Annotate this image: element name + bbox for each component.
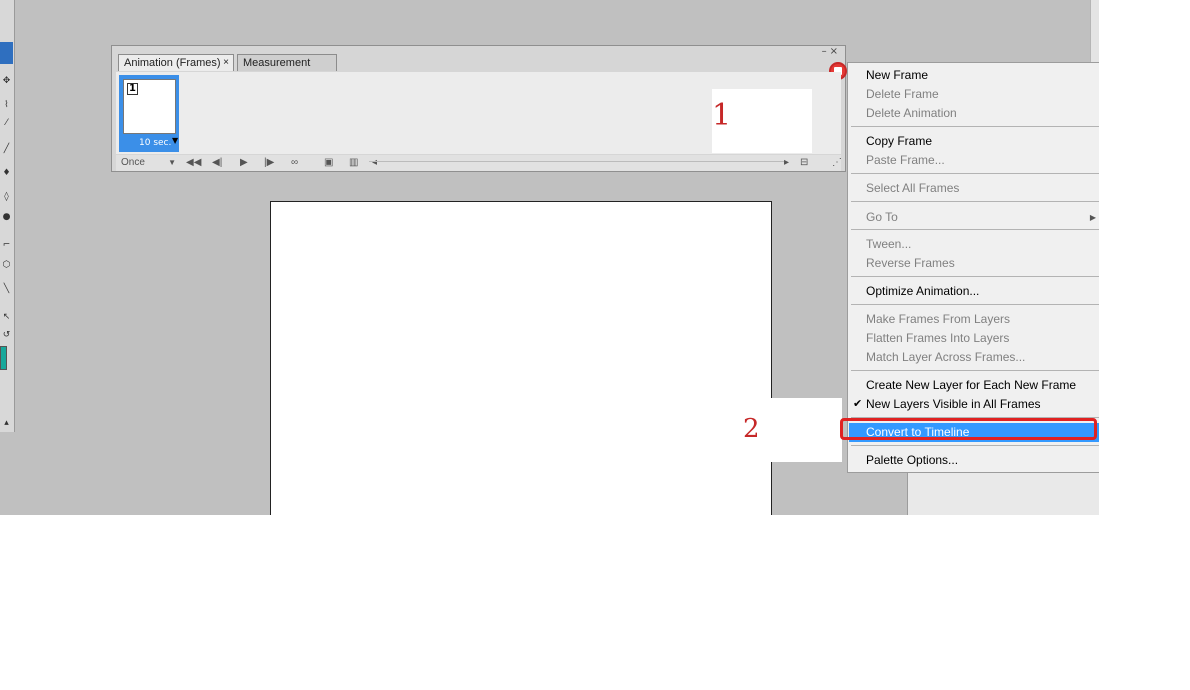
chevron-down-icon: ▼ (168, 158, 176, 167)
scroll-left-icon[interactable]: ◂ (372, 156, 377, 170)
menu-item-make-frames-from-layers[interactable]: Make Frames From Layers (849, 310, 1099, 329)
frame-thumbnail-selected[interactable]: 1 10 sec. ▼ (119, 75, 179, 152)
animation-panel: –× Animation (Frames) × Measurement Log … (111, 45, 847, 172)
tools-panel: ✥ ⌇ ⁄ ╱ ♦ ◊ ● ⌐ ⬡ ╲ ↖ ↺ ▴ (0, 0, 15, 432)
menu-item-label: Match Layer Across Frames... (866, 350, 1026, 364)
right-docked-panel (907, 470, 1099, 515)
brush-tool-icon[interactable]: ╱ (0, 142, 13, 156)
menu-separator (851, 417, 1099, 418)
menu-item-label: Select All Frames (866, 181, 960, 195)
frame-number: 1 (127, 83, 138, 95)
submenu-arrow-icon: ▶ (1089, 213, 1096, 222)
menu-item-label: Delete Frame (866, 87, 939, 101)
menu-item-flatten-frames-into-layers[interactable]: Flatten Frames Into Layers (849, 329, 1099, 348)
close-icon[interactable]: × (223, 55, 229, 71)
animation-panel-menu: New Frame Delete Frame Delete Animation … (847, 62, 1099, 473)
shape-tool-icon[interactable]: ⬡ (0, 258, 13, 272)
eyedropper-tool-icon[interactable]: ╲ (0, 282, 13, 296)
menu-item-new-layers-visible-all-frames[interactable]: ✔ New Layers Visible in All Frames (849, 395, 1099, 414)
tab-animation-frames[interactable]: Animation (Frames) × (118, 54, 234, 71)
clone-stamp-tool-icon[interactable]: ♦ (0, 166, 13, 180)
document-canvas[interactable] (270, 201, 772, 515)
menu-separator (851, 229, 1099, 230)
menu-item-match-layer-across-frames[interactable]: Match Layer Across Frames... (849, 348, 1099, 367)
tools-panel-header[interactable] (0, 42, 13, 64)
resize-grip-icon[interactable]: ⋰ (832, 156, 842, 170)
annotation-step-2: 2 (740, 398, 842, 462)
menu-item-go-to[interactable]: Go To ▶ (849, 208, 1099, 227)
pen-tool-icon[interactable]: ⌐ (0, 238, 13, 252)
dodge-tool-icon[interactable]: ● (0, 210, 13, 224)
menu-separator (851, 370, 1099, 371)
magic-wand-tool-icon[interactable]: ⁄ (0, 116, 13, 130)
checkmark-icon: ✔ (853, 398, 863, 410)
previous-frame-icon[interactable]: ◀| (212, 156, 222, 170)
play-icon[interactable]: ▶ (240, 156, 248, 170)
menu-item-new-frame[interactable]: New Frame (849, 66, 1099, 85)
move-tool-icon[interactable]: ✥ (0, 74, 13, 88)
menu-item-convert-to-timeline[interactable]: Convert to Timeline (849, 423, 1099, 442)
menu-item-select-all-frames[interactable]: Select All Frames (849, 179, 1099, 198)
menu-item-palette-options[interactable]: Palette Options... (849, 451, 1099, 470)
annotation-step-1-label: 1 (712, 98, 732, 133)
frames-scrollbar[interactable] (369, 161, 784, 162)
menu-item-label: Tween... (866, 237, 912, 251)
menu-item-label: Flatten Frames Into Layers (866, 331, 1010, 345)
menu-item-create-new-layer-each-frame[interactable]: Create New Layer for Each New Frame (849, 376, 1099, 395)
menu-item-label: Palette Options... (866, 453, 959, 467)
next-frame-icon[interactable]: |▶ (264, 156, 274, 170)
menu-item-delete-animation[interactable]: Delete Animation (849, 104, 1099, 123)
menu-item-label: New Frame (866, 68, 929, 82)
menu-item-delete-frame[interactable]: Delete Frame (849, 85, 1099, 104)
panel-window-controls[interactable]: –× (822, 46, 841, 57)
tween-icon[interactable]: ∞ (291, 156, 298, 170)
menu-separator (851, 201, 1099, 202)
menu-separator (851, 445, 1099, 446)
loop-options-value: Once (121, 157, 145, 168)
menu-item-tween[interactable]: Tween... (849, 235, 1099, 254)
menu-item-optimize-animation[interactable]: Optimize Animation... (849, 282, 1099, 301)
chevron-down-icon[interactable]: ▼ (172, 136, 178, 145)
menu-item-label: Delete Animation (866, 106, 957, 120)
menu-item-label: Create New Layer for Each New Frame (866, 378, 1077, 392)
hand-tool-icon[interactable]: ↖ (0, 310, 13, 324)
tab-animation-frames-label: Animation (Frames) (124, 57, 221, 69)
duplicate-frame-icon[interactable]: ▣ (324, 156, 333, 170)
animation-controls: Once ▼ ◀◀ ◀| ▶ |▶ ∞ ▣ ▥ ◂ ▸ ⊟ ⋰ (116, 155, 842, 171)
frames-area: 1 10 sec. ▼ 1 (116, 72, 841, 154)
menu-item-paste-frame[interactable]: Paste Frame... (849, 151, 1099, 170)
lasso-tool-icon[interactable]: ⌇ (0, 98, 13, 112)
quick-mask-icon[interactable]: ▴ (0, 416, 13, 430)
frame-preview: 1 (123, 79, 176, 134)
annotation-step-2-label: 2 (743, 414, 760, 444)
menu-separator (851, 304, 1099, 305)
foreground-color-swatch[interactable] (0, 346, 7, 370)
first-frame-icon[interactable]: ◀◀ (186, 156, 201, 170)
menu-item-copy-frame[interactable]: Copy Frame (849, 132, 1099, 151)
delete-frame-icon[interactable]: ▥ (349, 156, 358, 170)
zoom-tool-icon[interactable]: ↺ (0, 328, 13, 342)
menu-item-label: Paste Frame... (866, 153, 945, 167)
workspace: ✥ ⌇ ⁄ ╱ ♦ ◊ ● ⌐ ⬡ ╲ ↖ ↺ ▴ 2 –× Animation… (0, 0, 1099, 515)
menu-item-label: New Layers Visible in All Frames (866, 397, 1041, 411)
frame-delay[interactable]: 10 sec. (139, 138, 171, 148)
annotation-step-1: 1 (712, 89, 812, 153)
menu-separator (851, 173, 1099, 174)
scroll-right-icon[interactable]: ▸ (784, 156, 789, 170)
menu-item-label: Reverse Frames (866, 256, 955, 270)
convert-to-timeline-icon[interactable]: ⊟ (800, 156, 808, 170)
eraser-tool-icon[interactable]: ◊ (0, 190, 13, 204)
menu-separator (851, 126, 1099, 127)
menu-item-label: Go To (866, 210, 898, 224)
menu-item-label: Optimize Animation... (866, 284, 980, 298)
menu-item-label: Copy Frame (866, 134, 933, 148)
menu-item-reverse-frames[interactable]: Reverse Frames (849, 254, 1099, 273)
menu-separator (851, 276, 1099, 277)
menu-item-label: Make Frames From Layers (866, 312, 1011, 326)
menu-item-label: Convert to Timeline (866, 425, 970, 439)
loop-options-select[interactable]: Once ▼ (121, 156, 176, 170)
tab-measurement-log[interactable]: Measurement Log (237, 54, 337, 85)
